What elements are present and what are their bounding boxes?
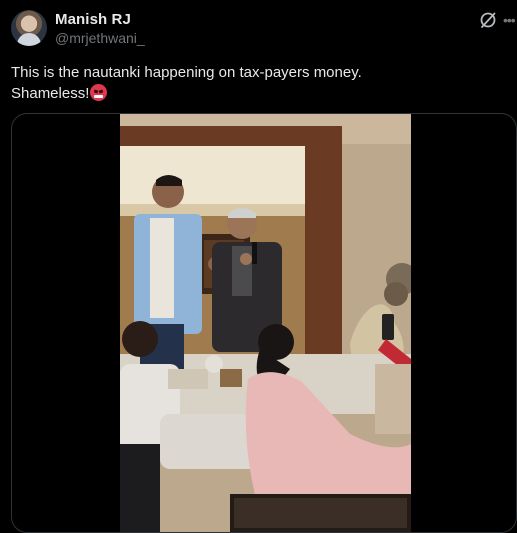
tweet-text-line-1: This is the nautanki happening on tax-pa… — [11, 64, 362, 81]
video-scene-image — [120, 114, 411, 532]
tweet-text: This is the nautanki happening on tax-pa… — [11, 62, 501, 104]
pouting-face-emoji — [90, 84, 108, 101]
more-icon[interactable]: ••• — [503, 11, 517, 29]
video-frame[interactable] — [120, 114, 411, 532]
author-handle[interactable]: @mrjethwani_ — [55, 30, 145, 46]
author-display-name[interactable]: Manish RJ — [55, 11, 131, 28]
tweet-text-line-2: Shameless! — [11, 85, 90, 102]
avatar[interactable] — [11, 10, 47, 46]
grok-icon[interactable] — [479, 11, 497, 29]
video-player[interactable] — [11, 113, 517, 533]
